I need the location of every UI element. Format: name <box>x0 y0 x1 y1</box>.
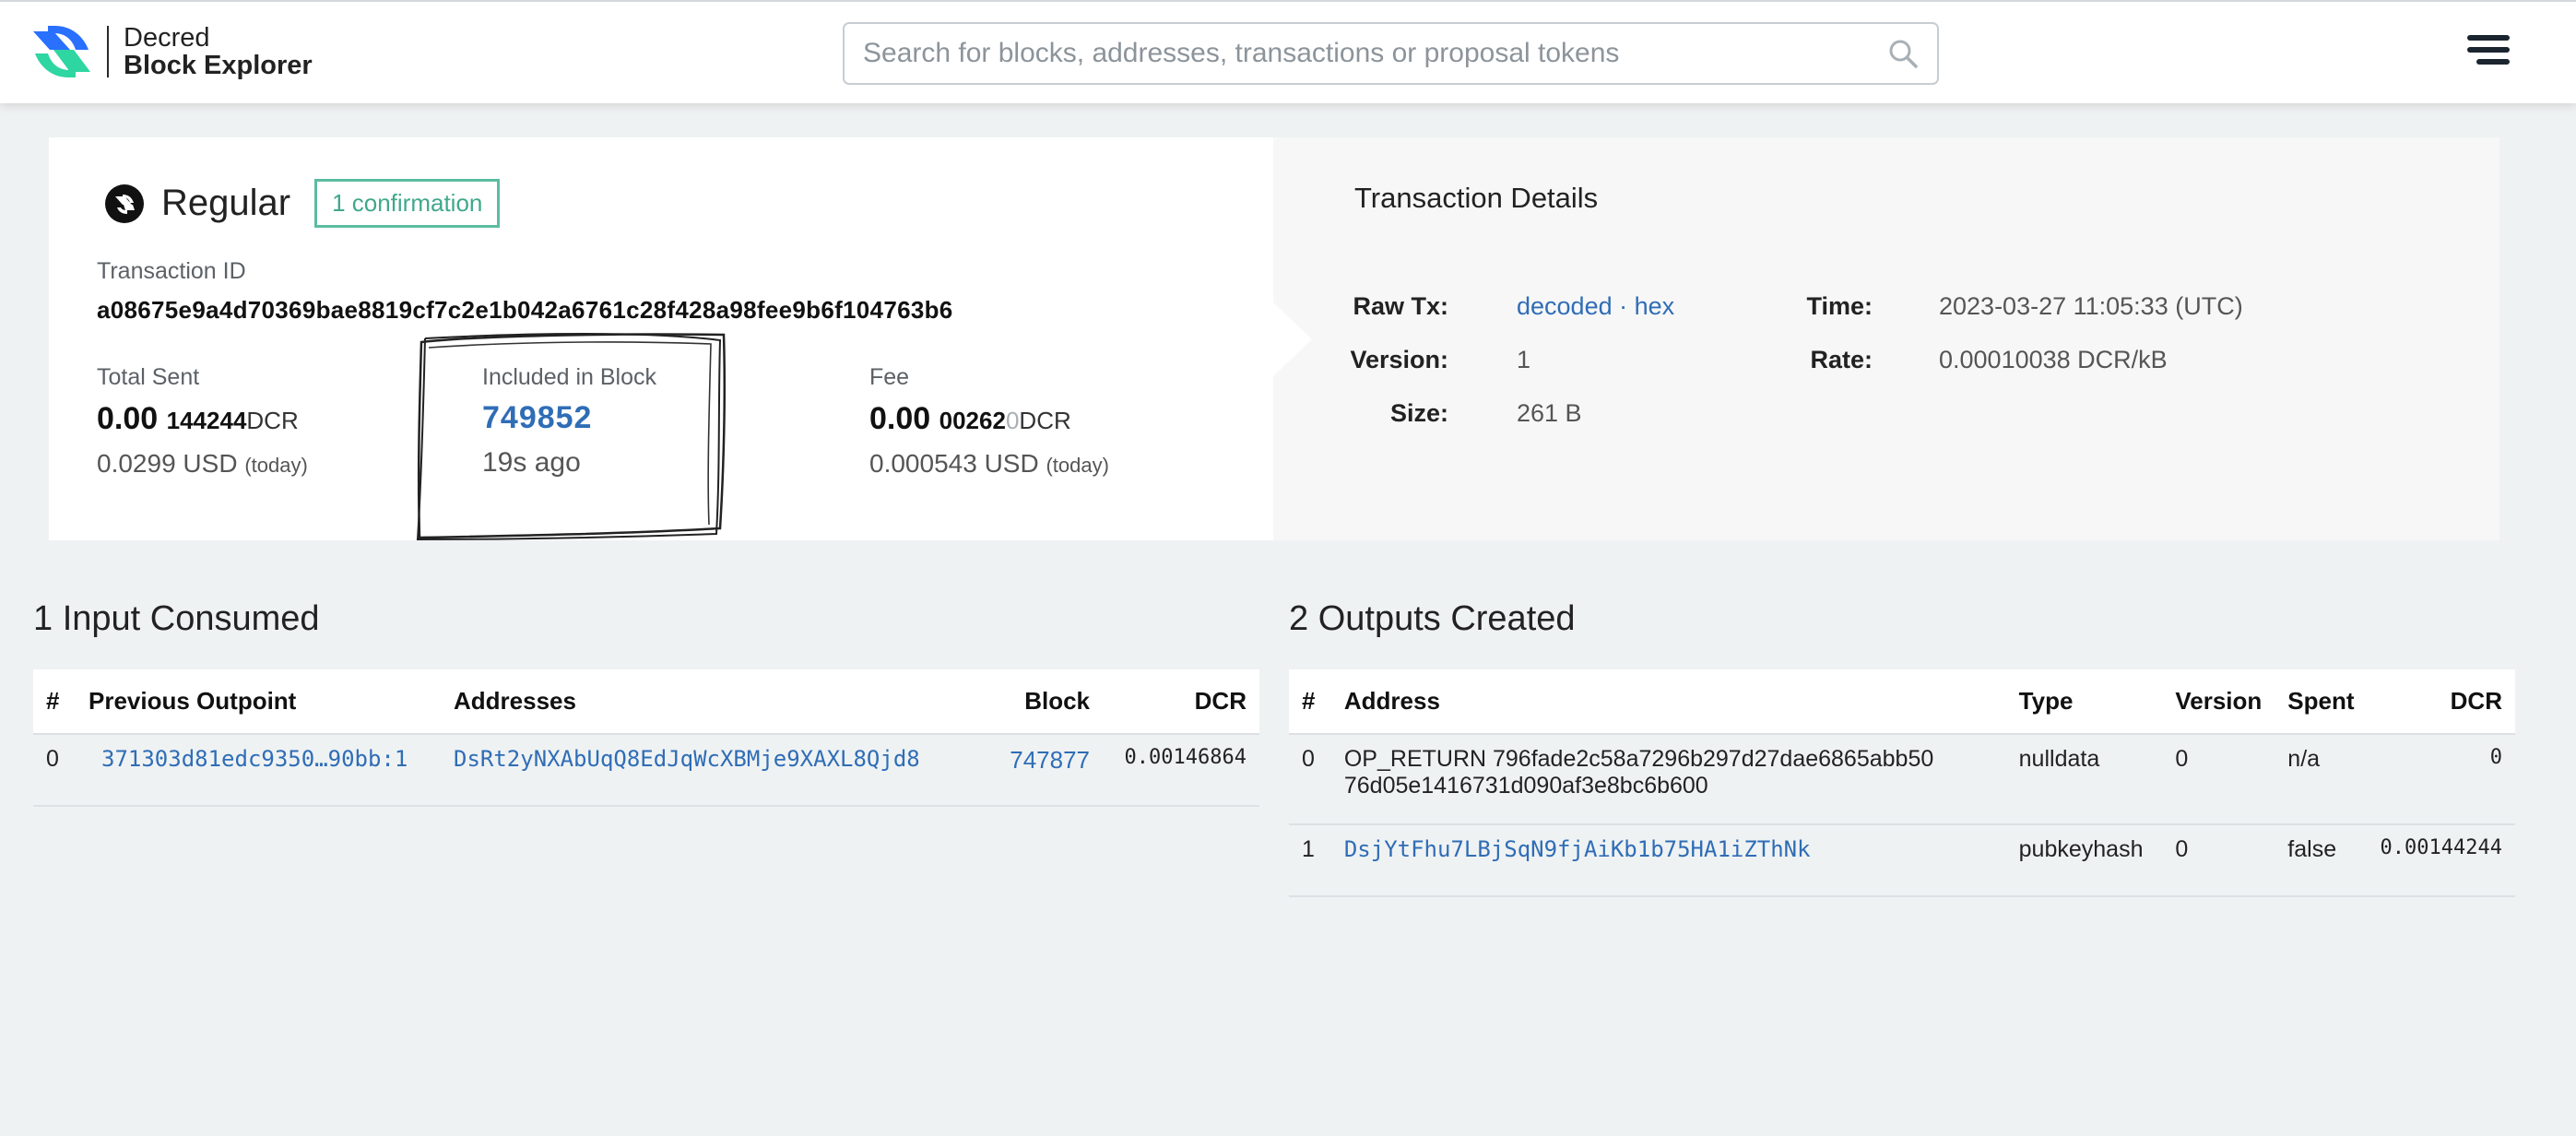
inputs-title: 1 Input Consumed <box>33 599 320 638</box>
today-label: (today) <box>244 454 308 477</box>
size-value: 261 B <box>1517 399 1582 427</box>
rate-value: 0.00010038 DCR/kB <box>1939 346 2168 373</box>
fee-small: 00262 <box>939 407 1006 434</box>
time-label: Time: <box>1806 292 1873 320</box>
decred-logo-icon <box>33 26 90 77</box>
output-index: 0 <box>1289 734 1331 825</box>
output-type: pubkeyhash <box>2005 824 2163 897</box>
op-return-data: OP_RETURN 796fade2c58a7296b297d27dae6865… <box>1330 734 2006 825</box>
fee-faded-digit: 0 <box>1005 407 1020 434</box>
time-value: 2023-03-27 11:05:33 (UTC) <box>1939 292 2243 320</box>
usd-unit: USD <box>183 449 238 478</box>
outputs-table: # Address Type Version Spent DCR 0 OP_RE… <box>1289 669 2515 897</box>
outputs-title: 2 Outputs Created <box>1289 599 1576 638</box>
input-block-link[interactable]: 747877 <box>1010 746 1090 774</box>
regular-tx-icon <box>105 183 144 223</box>
fee-label: Fee <box>869 364 910 390</box>
col-previous-outpoint: Previous Outpoint <box>76 669 441 735</box>
total-sent-unit: DCR <box>246 407 299 434</box>
table-row: 1 DsjYtFhu7LBjSqN9fjAiKb1b75HA1iZThNk pu… <box>1289 824 2515 897</box>
col-addresses: Addresses <box>441 669 992 735</box>
raw-tx-label: Raw Tx: <box>1353 292 1448 320</box>
confirmation-badge: 1 confirmation <box>314 179 501 228</box>
input-address-link[interactable]: DsRt2yNXAbUqQ8EdJqWcXBMje9XAXL8Qjd8 <box>454 746 920 772</box>
output-index: 1 <box>1289 824 1331 897</box>
transaction-details-title: Transaction Details <box>1354 182 1599 214</box>
menu-bar <box>2467 47 2510 53</box>
logo-text: Decred Block Explorer <box>124 24 313 79</box>
raw-tx-separator: · <box>1612 292 1635 320</box>
menu-bar <box>2476 59 2510 65</box>
output-dcr-value: 0 <box>2367 734 2515 825</box>
fee-unit: DCR <box>1019 407 1071 434</box>
output-dcr-value: 0.00144244 <box>2367 824 2515 897</box>
previous-outpoint-link[interactable]: 371303d81edc9350…90bb:1 <box>101 746 408 772</box>
total-sent-small: 144244 <box>166 407 247 434</box>
op-return-line-1: OP_RETURN 796fade2c58a7296b297d27dae6865… <box>1343 746 1934 772</box>
output-type: nulldata <box>2005 734 2163 825</box>
version-value: 1 <box>1517 346 1531 373</box>
search-icon[interactable] <box>1887 38 1919 69</box>
col-type: Type <box>2005 669 2163 735</box>
hamburger-menu-icon[interactable] <box>2467 35 2510 70</box>
logo-line-2: Block Explorer <box>124 51 313 80</box>
output-version: 0 <box>2162 734 2275 825</box>
inputs-table: # Previous Outpoint Addresses Block DCR … <box>33 669 1259 807</box>
transaction-type: Regular 1 confirmation <box>104 179 501 228</box>
col-spent: Spent <box>2275 669 2368 735</box>
total-sent-amount: 0.00 144244DCR <box>97 401 299 437</box>
search-box <box>843 22 1939 85</box>
col-block: Block <box>992 669 1103 735</box>
included-block-link[interactable]: 749852 <box>482 400 592 436</box>
col-version: Version <box>2162 669 2275 735</box>
usd-unit: USD <box>984 449 1039 478</box>
col-dcr: DCR <box>1103 669 1259 735</box>
fee-main: 0.00 <box>869 401 931 436</box>
col-index: # <box>33 669 76 735</box>
decoded-link[interactable]: decoded <box>1517 292 1613 320</box>
col-index: # <box>1289 669 1331 735</box>
table-row: 0 OP_RETURN 796fade2c58a7296b297d27dae68… <box>1289 734 2515 825</box>
version-label: Version: <box>1350 346 1448 373</box>
total-sent-main: 0.00 <box>97 401 159 436</box>
op-return-line-2: 76d05e1416731d090af3e8bc6b600 <box>1343 773 1708 799</box>
transaction-type-label: Regular <box>161 183 291 223</box>
output-spent: false <box>2275 824 2368 897</box>
menu-bar <box>2467 35 2510 41</box>
search-input[interactable] <box>863 38 1887 69</box>
transaction-details-panel: Transaction Details Raw Tx: decoded · he… <box>1273 137 2499 540</box>
inputs-header-row: # Previous Outpoint Addresses Block DCR <box>33 669 1259 735</box>
block-age: 19s ago <box>482 447 581 478</box>
fee-usd: 0.000543 USD (today) <box>869 449 1109 479</box>
total-sent-label: Total Sent <box>97 364 200 390</box>
hex-link[interactable]: hex <box>1635 292 1675 320</box>
outputs-header-row: # Address Type Version Spent DCR <box>1289 669 2515 735</box>
top-navbar: Decred Block Explorer <box>0 0 2576 103</box>
logo-line-1: Decred <box>124 23 210 53</box>
col-address: Address <box>1330 669 2006 735</box>
logo-divider <box>107 26 109 77</box>
size-label: Size: <box>1389 399 1448 427</box>
hand-drawn-highlight-box <box>416 333 727 541</box>
total-sent-usd-value: 0.0299 <box>97 449 176 478</box>
fee-amount: 0.00 002620DCR <box>869 401 1071 437</box>
included-in-block-label: Included in Block <box>482 364 657 390</box>
transaction-summary-card: Regular 1 confirmation Transaction ID a0… <box>49 137 1273 541</box>
output-address-link[interactable]: DsjYtFhu7LBjSqN9fjAiKb1b75HA1iZThNk <box>1344 836 1811 862</box>
decred-logo[interactable]: Decred Block Explorer <box>30 24 313 79</box>
input-index: 0 <box>33 734 76 807</box>
table-row: 0 371303d81edc9350…90bb:1 DsRt2yNXAbUqQ8… <box>33 734 1259 807</box>
transaction-id[interactable]: a08675e9a4d70369bae8819cf7c2e1b042a6761c… <box>97 296 953 325</box>
fee-usd-value: 0.000543 <box>869 449 977 478</box>
total-sent-usd: 0.0299 USD (today) <box>97 449 308 479</box>
col-dcr: DCR <box>2367 669 2515 735</box>
input-dcr-value: 0.00146864 <box>1103 734 1259 807</box>
today-label: (today) <box>1046 454 1109 477</box>
transaction-id-label: Transaction ID <box>97 258 246 284</box>
raw-tx-links: decoded · hex <box>1517 292 1674 321</box>
panel-notch <box>1273 302 1312 376</box>
rate-label: Rate: <box>1810 346 1873 373</box>
output-version: 0 <box>2162 824 2275 897</box>
output-spent: n/a <box>2275 734 2368 825</box>
